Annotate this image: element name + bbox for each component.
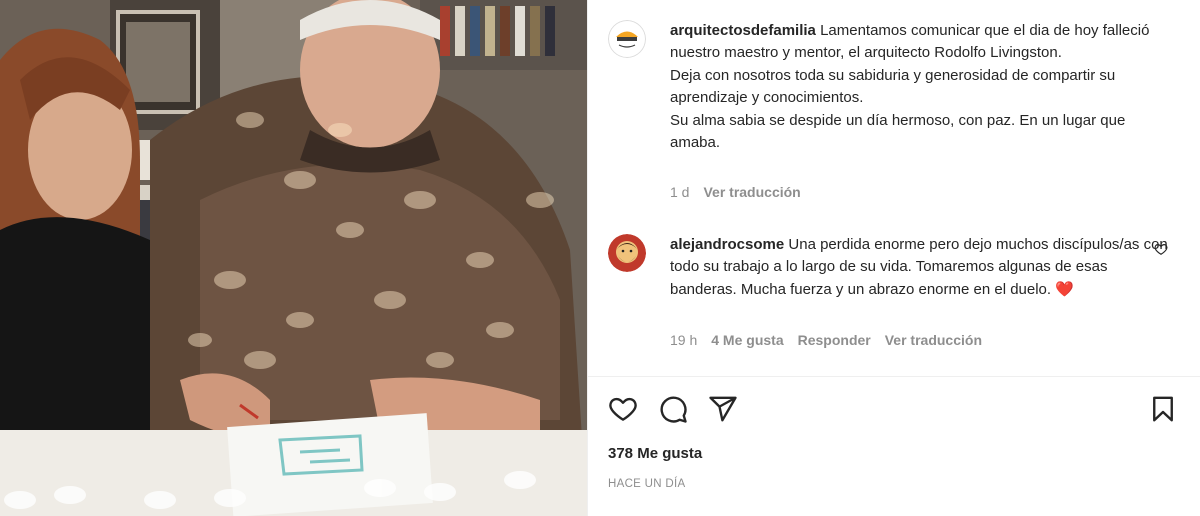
comment-like-heart-icon[interactable] bbox=[1154, 242, 1170, 258]
comments-section: arquitectosdefamilia Lamentamos comunica… bbox=[588, 0, 1200, 376]
author-avatar[interactable] bbox=[608, 20, 646, 58]
arquitectos-de-familia-logo-icon bbox=[608, 20, 646, 58]
caption-line-3: Su alma sabia se despide un día hermoso,… bbox=[670, 111, 1126, 152]
commenter-avatar-icon bbox=[608, 234, 646, 272]
post-date[interactable]: HACE UN DÍA bbox=[608, 478, 685, 490]
comment-time[interactable]: 19 h bbox=[670, 332, 697, 348]
divider bbox=[588, 376, 1200, 377]
caption-line-2: Deja con nosotros toda su sabiduria y ge… bbox=[670, 66, 1116, 107]
likes-count[interactable]: 378 Me gusta bbox=[608, 445, 702, 462]
share-icon[interactable] bbox=[708, 394, 738, 424]
heart-icon[interactable] bbox=[608, 394, 638, 424]
comment-likes-count[interactable]: 4 Me gusta bbox=[711, 332, 783, 348]
commenter-avatar[interactable] bbox=[608, 234, 646, 272]
red-heart-emoji: ❤️ bbox=[1055, 280, 1074, 298]
bookmark-icon[interactable] bbox=[1148, 394, 1178, 424]
post-photo bbox=[0, 0, 587, 516]
commenter-username[interactable]: alejandrocsome bbox=[670, 236, 784, 253]
photo-illustration bbox=[0, 0, 587, 516]
comment-text: alejandrocsome Una perdida enorme pero d… bbox=[670, 234, 1170, 301]
caption-text: arquitectosdefamilia Lamentamos comunica… bbox=[670, 20, 1170, 154]
comment-meta: 19 h 4 Me gusta Responder Ver traducción bbox=[670, 332, 982, 348]
caption-translate-link[interactable]: Ver traducción bbox=[703, 184, 800, 200]
reply-link[interactable]: Responder bbox=[798, 332, 871, 348]
comment-translate-link[interactable]: Ver traducción bbox=[885, 332, 982, 348]
caption-meta: 1 d Ver traducción bbox=[670, 184, 801, 200]
comment-icon[interactable] bbox=[658, 394, 688, 424]
author-username[interactable]: arquitectosdefamilia bbox=[670, 22, 816, 39]
post-side-panel: arquitectosdefamilia Lamentamos comunica… bbox=[587, 0, 1200, 516]
action-bar bbox=[608, 394, 1181, 426]
caption-time[interactable]: 1 d bbox=[670, 184, 689, 200]
